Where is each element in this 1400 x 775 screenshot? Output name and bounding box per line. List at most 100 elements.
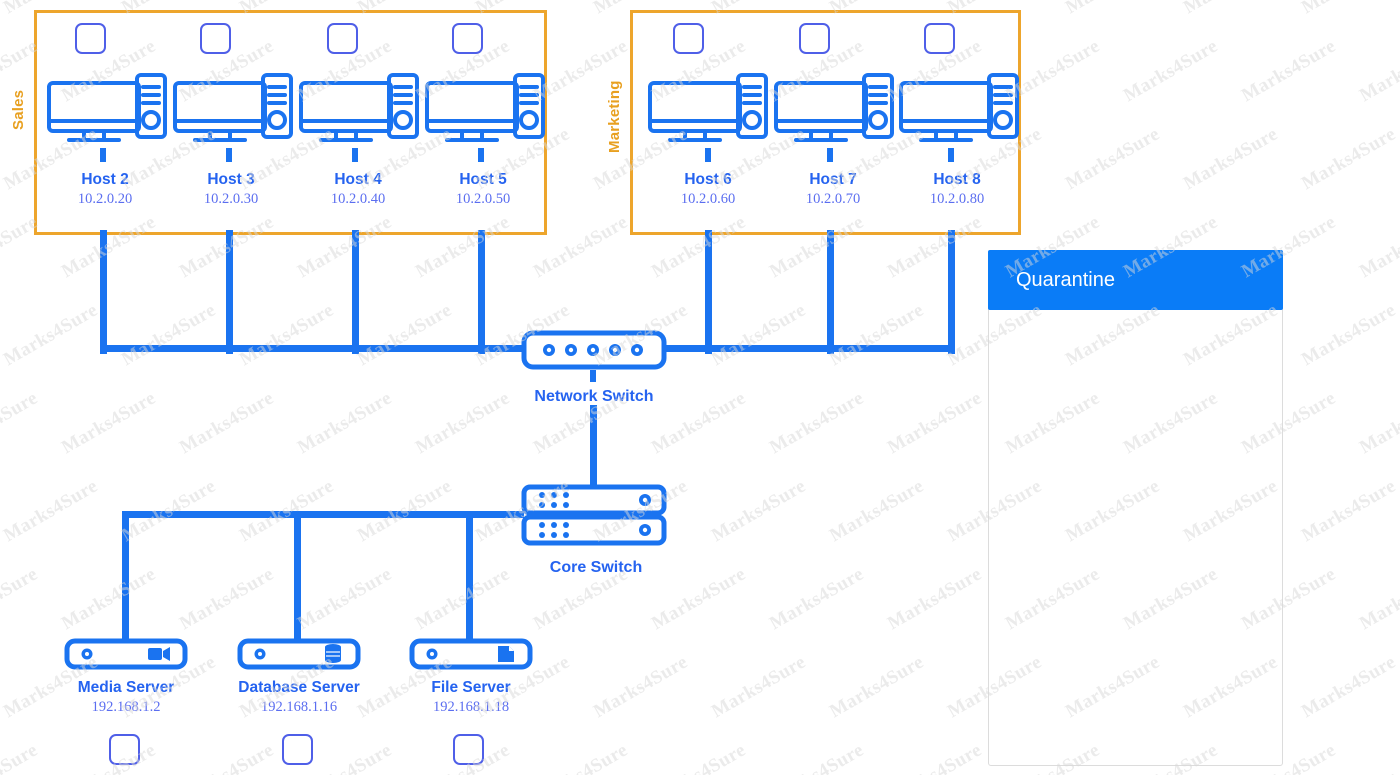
- core-switch-icon: [521, 484, 667, 546]
- label-media-server: Media Server 192.168.1.2: [51, 678, 201, 717]
- label-core-switch: Core Switch: [502, 559, 690, 577]
- node-media-server[interactable]: [64, 638, 188, 670]
- watermark-text: Marks4Sure: [58, 564, 160, 636]
- watermark-text: Marks4Sure: [1298, 476, 1400, 548]
- node-host-4[interactable]: [294, 70, 422, 148]
- watermark-text: Marks4Sure: [0, 476, 102, 548]
- watermark-text: Marks4Sure: [766, 388, 868, 460]
- node-ip: 10.2.0.20: [35, 190, 175, 209]
- node-core-switch[interactable]: [521, 484, 667, 546]
- cable-sales-bus: [100, 345, 524, 352]
- server-chassis-icon: [237, 638, 361, 670]
- slot-media-server[interactable]: [109, 734, 140, 765]
- node-title: Host 5: [413, 170, 553, 190]
- desktop-computer-icon: [643, 70, 771, 148]
- desktop-computer-icon: [420, 70, 548, 148]
- server-chassis-icon: [409, 638, 533, 670]
- node-title: Media Server: [51, 678, 201, 698]
- watermark-text: Marks4Sure: [826, 652, 928, 724]
- node-host-8[interactable]: [894, 70, 1022, 148]
- watermark-text: Marks4Sure: [1356, 212, 1400, 284]
- watermark-text: Marks4Sure: [1356, 388, 1400, 460]
- quarantine-panel[interactable]: Quarantine: [988, 250, 1283, 766]
- slot-host-2[interactable]: [75, 23, 106, 54]
- watermark-text: Marks4Sure: [0, 564, 42, 636]
- quarantine-header: Quarantine: [988, 250, 1283, 310]
- node-host-2[interactable]: [42, 70, 170, 148]
- node-title: Host 2: [35, 170, 175, 190]
- node-database-server[interactable]: [237, 638, 361, 670]
- watermark-text: Marks4Sure: [176, 388, 278, 460]
- desktop-computer-icon: [894, 70, 1022, 148]
- node-ip: 10.2.0.40: [288, 190, 428, 209]
- node-ip: 10.2.0.60: [638, 190, 778, 209]
- quarantine-dropzone[interactable]: [989, 311, 1282, 765]
- database-icon: [325, 644, 341, 663]
- stub-host-6: [705, 148, 711, 162]
- cable-server-bus: [122, 511, 524, 518]
- watermark-text: Marks4Sure: [1180, 124, 1282, 196]
- node-network-switch[interactable]: [521, 330, 667, 370]
- watermark-text: Marks4Sure: [1298, 0, 1400, 19]
- node-host-6[interactable]: [643, 70, 771, 148]
- node-ip: 192.168.1.16: [214, 698, 384, 717]
- cable-database-server-drop: [294, 511, 301, 641]
- stub-host-2: [100, 148, 106, 162]
- slot-host-6[interactable]: [673, 23, 704, 54]
- node-ip: 192.168.1.18: [396, 698, 546, 717]
- label-host-2: Host 2 10.2.0.20: [35, 170, 175, 209]
- slot-host-8[interactable]: [924, 23, 955, 54]
- watermark-text: Marks4Sure: [648, 740, 750, 775]
- node-host-3[interactable]: [168, 70, 296, 148]
- label-file-server: File Server 192.168.1.18: [396, 678, 546, 717]
- node-file-server[interactable]: [409, 638, 533, 670]
- slot-host-4[interactable]: [327, 23, 358, 54]
- cable-host-4-drop: [352, 230, 359, 354]
- watermark-text: Marks4Sure: [766, 564, 868, 636]
- watermark-text: Marks4Sure: [176, 740, 278, 775]
- label-host-5: Host 5 10.2.0.50: [413, 170, 553, 209]
- node-title: Host 8: [887, 170, 1027, 190]
- watermark-text: Marks4Sure: [58, 388, 160, 460]
- cable-switch-trunk: [590, 405, 597, 490]
- node-title: Host 3: [161, 170, 301, 190]
- node-host-7[interactable]: [769, 70, 897, 148]
- watermark-text: Marks4Sure: [236, 300, 338, 372]
- label-host-6: Host 6 10.2.0.60: [638, 170, 778, 209]
- node-host-5[interactable]: [420, 70, 548, 148]
- cable-file-server-drop: [466, 511, 473, 641]
- node-ip: 10.2.0.70: [763, 190, 903, 209]
- slot-host-3[interactable]: [200, 23, 231, 54]
- node-title: File Server: [396, 678, 546, 698]
- cable-host-3-drop: [226, 230, 233, 354]
- cable-host-5-drop: [478, 230, 485, 354]
- slot-host-5[interactable]: [452, 23, 483, 54]
- stub-host-8: [948, 148, 954, 162]
- watermark-text: Marks4Sure: [118, 300, 220, 372]
- watermark-text: Marks4Sure: [1062, 0, 1164, 19]
- cable-marketing-bus: [663, 345, 955, 352]
- watermark-text: Marks4Sure: [1062, 124, 1164, 196]
- node-title: Host 6: [638, 170, 778, 190]
- watermark-text: Marks4Sure: [1238, 36, 1340, 108]
- vlan-label-sales: Sales: [10, 72, 30, 148]
- node-ip: 192.168.1.2: [51, 698, 201, 717]
- video-camera-icon: [148, 647, 170, 661]
- label-host-4: Host 4 10.2.0.40: [288, 170, 428, 209]
- slot-host-7[interactable]: [799, 23, 830, 54]
- cable-host-8-drop: [948, 230, 955, 354]
- slot-database-server[interactable]: [282, 734, 313, 765]
- watermark-text: Marks4Sure: [708, 300, 810, 372]
- watermark-text: Marks4Sure: [354, 300, 456, 372]
- cable-host-6-drop: [705, 230, 712, 354]
- cable-media-server-drop: [122, 511, 129, 641]
- slot-file-server[interactable]: [453, 734, 484, 765]
- node-ip: 10.2.0.30: [161, 190, 301, 209]
- network-diagram-canvas: Sales Marketing: [0, 0, 1400, 775]
- watermark-text: Marks4Sure: [1356, 36, 1400, 108]
- node-ip: 10.2.0.50: [413, 190, 553, 209]
- watermark-text: Marks4Sure: [0, 300, 102, 372]
- label-host-8: Host 8 10.2.0.80: [887, 170, 1027, 209]
- watermark-text: Marks4Sure: [884, 564, 986, 636]
- watermark-text: Marks4Sure: [1180, 0, 1282, 19]
